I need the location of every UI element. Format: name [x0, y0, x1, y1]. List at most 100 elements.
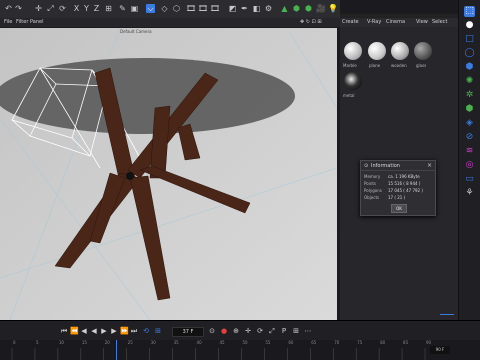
mat-menu-view[interactable]: View [416, 19, 428, 25]
ruler-tick-label: 35 [173, 340, 179, 345]
key-position-icon[interactable]: ⟳ [256, 327, 264, 335]
mat-menu-cinema[interactable]: Cinema [386, 19, 405, 25]
pen-icon[interactable]: ✒ [240, 4, 249, 13]
ok-button[interactable]: OK [391, 204, 407, 213]
material-thumb-glass[interactable] [414, 42, 432, 60]
3d-viewport[interactable]: Default Camera [0, 28, 337, 320]
play-reverse-icon[interactable]: ◀ [90, 327, 98, 335]
sphere-outline-icon[interactable]: ◯ [464, 48, 475, 59]
polygon-mode-icon[interactable]: ◇ [160, 4, 169, 13]
dialog-title: Information [371, 163, 400, 169]
viewport-nav-icon[interactable]: ✥ ↻ ⊡ ⊞ [300, 19, 322, 25]
record-options-icon[interactable]: ⊙ [208, 327, 216, 335]
sphere-icon[interactable]: ● [464, 20, 475, 31]
deformer-icon[interactable]: ▲ [280, 4, 289, 13]
select-tool-icon[interactable]: ⬚ [464, 6, 475, 17]
ruler-tick-label: 85 [403, 340, 409, 345]
redo-icon[interactable]: ↷ [14, 4, 23, 13]
array-icon[interactable]: ⚙ [264, 4, 273, 13]
loop-icon[interactable]: ⟲ [142, 327, 150, 335]
mat-menu-vray[interactable]: V-Ray [367, 19, 381, 25]
dialog-row-label: Points [364, 181, 377, 186]
edge-mode-icon[interactable]: ⬡ [172, 4, 181, 13]
subdivision-icon[interactable]: ◧ [252, 4, 261, 13]
viewport-menubar: File Filter Panel ✥ ↻ ⊡ ⊞ [0, 18, 340, 27]
floor-icon[interactable]: ⬢ [304, 4, 313, 13]
go-to-end-icon[interactable]: ⏭ [130, 327, 138, 335]
close-icon[interactable]: × [427, 162, 432, 169]
gear-icon[interactable]: ✺ [464, 76, 475, 87]
interpolation-icon[interactable]: ⋯ [304, 327, 312, 335]
dialog-row-value: 17 045 ( 47 792 ) [388, 188, 423, 193]
deformer-tool-icon[interactable]: ≋ [464, 146, 475, 157]
undo-icon[interactable]: ↶ [4, 4, 13, 13]
dialog-row-value: 17 ( 21 ) [388, 195, 406, 200]
effector-icon[interactable]: ⬢ [292, 4, 301, 13]
prev-key-icon[interactable]: ⏪ [70, 327, 79, 335]
key-scale-icon[interactable]: ⤢ [268, 327, 276, 335]
material-thumb-plane[interactable] [368, 42, 386, 60]
material-label: plane [369, 63, 381, 68]
y-axis-icon[interactable]: Y [82, 4, 91, 13]
light-icon[interactable]: 💡 [328, 4, 338, 13]
go-to-start-icon[interactable]: ⏮ [60, 327, 68, 335]
wrap-icon[interactable]: ◎ [464, 160, 475, 171]
glass-tabletop [0, 58, 295, 134]
rotate-tool-icon[interactable]: ⟳ [58, 4, 67, 13]
ruler-tick-label: 40 [196, 340, 202, 345]
move-tool-icon[interactable]: ✛ [34, 4, 43, 13]
ruler-tick-label: 15 [81, 340, 87, 345]
mat-menu-create[interactable]: Create [342, 19, 359, 25]
ruler-tick-label: 60 [288, 340, 294, 345]
timeline-ruler[interactable]: 0 5 10 15 20 25 30 35 40 45 50 55 60 65 70 75 80 85 90 90 … [0, 340, 480, 360]
z-axis-icon[interactable]: Z [92, 4, 101, 13]
ruler-tick-label: 65 [311, 340, 317, 345]
material-thumb-wooden[interactable] [391, 42, 409, 60]
menu-filter[interactable]: Filter [16, 19, 28, 25]
ruler-tick-label: 30 [150, 340, 156, 345]
next-key-icon[interactable]: ⏩ [120, 327, 129, 335]
square-icon[interactable]: □ [464, 34, 475, 45]
mat-menu-select[interactable]: Select [432, 19, 447, 25]
ruler-tick-label: 55 [265, 340, 271, 345]
brush-icon[interactable]: ✎ [118, 4, 127, 13]
next-frame-icon[interactable]: ▶ [110, 327, 118, 335]
end-frame-field[interactable]: 90 F [430, 346, 450, 354]
material-menubar: Create V-Ray Cinema View Select [340, 18, 458, 27]
material-thumb-metal[interactable] [344, 72, 362, 90]
mograph-icon[interactable]: ⬢ [464, 104, 475, 115]
play-icon[interactable]: ▶ [100, 327, 108, 335]
camera-icon[interactable]: 🎥 [316, 4, 326, 13]
key-pla-icon[interactable]: ⊞ [292, 327, 300, 335]
cloner-icon[interactable]: ✲ [464, 90, 475, 101]
playhead[interactable] [116, 340, 117, 360]
record-icon[interactable]: ● [220, 327, 228, 335]
menu-file[interactable]: File [4, 19, 12, 25]
key-param-icon[interactable]: P [280, 327, 288, 335]
render-region-icon[interactable]: ▣ [130, 4, 139, 13]
prev-frame-icon[interactable]: ◀ [80, 327, 88, 335]
render-picture-viewer-icon[interactable]: 🎞 [198, 4, 208, 13]
menu-panel[interactable]: Panel [30, 19, 44, 25]
current-frame-field[interactable]: 37 F [172, 327, 204, 337]
key-selection-icon[interactable]: ✛ [244, 327, 252, 335]
render-settings-icon[interactable]: 🎞 [210, 4, 220, 13]
coordinate-system-icon[interactable]: ⊞ [104, 4, 113, 13]
spline-icon[interactable]: ◈ [464, 118, 475, 129]
material-label: Marble [343, 63, 357, 68]
cube-icon[interactable]: ◩ [228, 4, 237, 13]
material-thumb-marble[interactable] [344, 42, 362, 60]
range-icon[interactable]: ⊞ [154, 327, 162, 335]
zoom-slider[interactable] [440, 314, 454, 315]
camera-tool-icon[interactable]: ▭ [464, 174, 475, 185]
scale-tool-icon[interactable]: ⤢ [46, 4, 55, 13]
model-mode-icon[interactable]: ⌵ [146, 4, 155, 13]
brush-tool-icon[interactable]: ⊘ [464, 132, 475, 143]
light-tool-icon[interactable]: ⚘ [464, 188, 475, 199]
cube-primitive-icon[interactable]: ⬢ [464, 62, 475, 73]
ruler-tick-label: 80 [380, 340, 386, 345]
auto-key-icon[interactable]: ⊕ [232, 327, 240, 335]
ruler-tick-label: 20 [104, 340, 110, 345]
x-axis-icon[interactable]: X [72, 4, 81, 13]
render-view-icon[interactable]: 🎞 [186, 4, 196, 13]
